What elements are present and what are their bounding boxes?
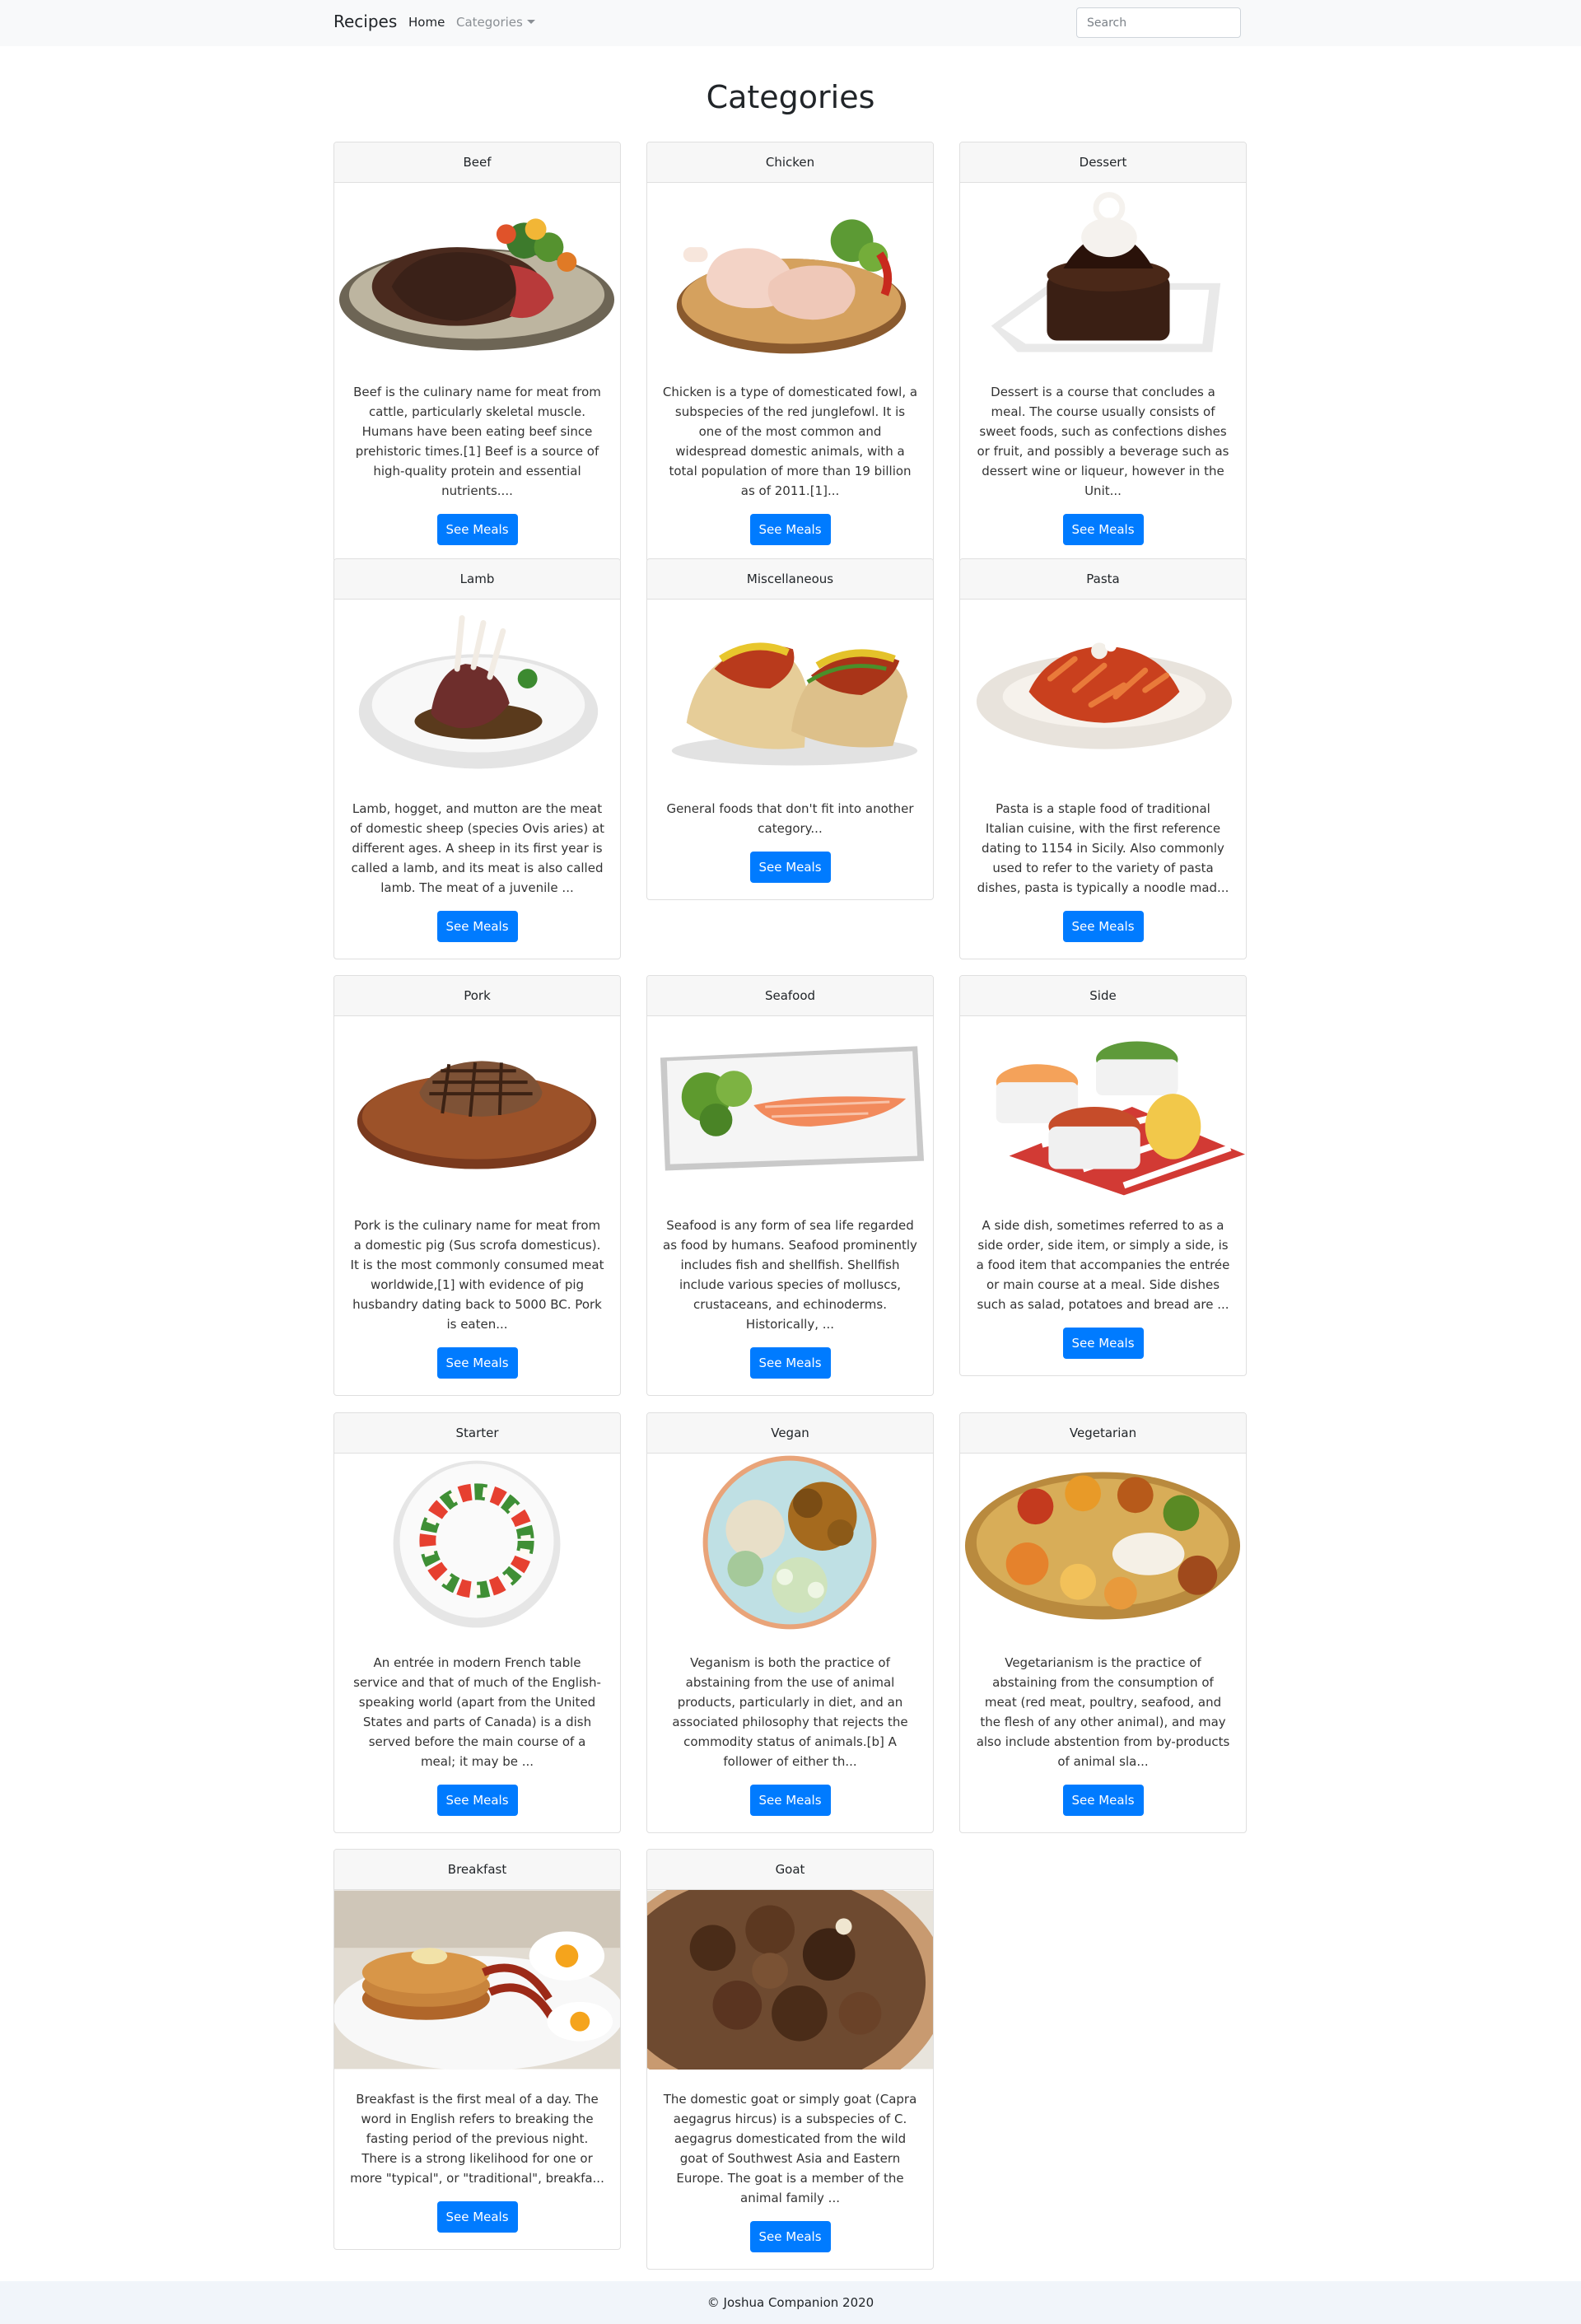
card-header: Breakfast — [334, 1850, 620, 1890]
card-header: Beef — [334, 142, 620, 183]
category-card-starter: Starter An entrée in modern French table… — [333, 1412, 621, 1833]
card-description: Pork is the culinary name for meat from … — [350, 1218, 604, 1332]
vegan-image — [647, 1454, 933, 1633]
card-header: Pork — [334, 976, 620, 1016]
footer: © Joshua Companion 2020 — [0, 2281, 1581, 2324]
category-card-goat: Goat The domestic goat or simply goat (C… — [646, 1849, 934, 2270]
footer-copyright: © Joshua Companion 2020 — [707, 2295, 874, 2310]
card-header: Dessert — [960, 142, 1246, 183]
nav-categories-dropdown[interactable]: Categories — [456, 15, 535, 30]
card-description: Chicken is a type of domesticated fowl, … — [662, 385, 918, 498]
card-header: Side — [960, 976, 1246, 1016]
side-image — [960, 1016, 1246, 1196]
see-meals-button[interactable]: See Meals — [436, 911, 518, 942]
category-card-pasta: Pasta Pasta is a staple food of traditio… — [959, 558, 1247, 959]
see-meals-button[interactable]: See Meals — [749, 852, 831, 883]
page-title: Categories — [706, 79, 875, 115]
see-meals-button[interactable]: See Meals — [749, 1347, 831, 1379]
card-description: Seafood is any form of sea life regarded… — [663, 1218, 917, 1332]
see-meals-button[interactable]: See Meals — [436, 1347, 518, 1379]
see-meals-button[interactable]: See Meals — [749, 514, 831, 545]
see-meals-button[interactable]: See Meals — [749, 2221, 831, 2252]
category-card-chicken: Chicken Chicken is a type of domesticate… — [646, 142, 934, 562]
navbar-brand[interactable]: Recipes — [333, 12, 397, 31]
category-card-beef: Beef Beef is the culinary name for meat … — [333, 142, 621, 562]
category-card-breakfast: Breakfast Breakfast is the first meal of… — [333, 1849, 621, 2250]
see-meals-button[interactable]: See Meals — [1062, 1328, 1144, 1359]
category-card-vegan: Vegan Veganism is both the practice of a… — [646, 1412, 934, 1833]
lamb-image — [334, 600, 620, 779]
category-card-dessert: Dessert Dessert is a course that conclud… — [959, 142, 1247, 562]
see-meals-button[interactable]: See Meals — [436, 2201, 518, 2233]
card-description: Pasta is a staple food of traditional It… — [977, 801, 1229, 895]
pork-image — [334, 1016, 620, 1196]
card-header: Vegetarian — [960, 1413, 1246, 1454]
pasta-image — [960, 600, 1246, 779]
beef-image — [334, 183, 620, 362]
dessert-image — [960, 183, 1246, 362]
category-card-pork: Pork Pork is the culinary name for meat … — [333, 975, 621, 1396]
see-meals-button[interactable]: See Meals — [436, 514, 518, 545]
category-card-vegetarian: Vegetarian Vegetarianism is the practice… — [959, 1412, 1247, 1833]
card-header: Miscellaneous — [647, 559, 933, 600]
nav-categories-label: Categories — [456, 15, 523, 30]
breakfast-image — [334, 1890, 620, 2070]
card-description: An entrée in modern French table service… — [353, 1655, 601, 1769]
card-description: The domestic goat or simply goat (Capra … — [663, 2092, 917, 2205]
card-description: Vegetarianism is the practice of abstain… — [976, 1655, 1230, 1769]
nav-home-link[interactable]: Home — [408, 15, 445, 30]
category-card-seafood: Seafood Seafood is any form of sea life … — [646, 975, 934, 1396]
card-header: Seafood — [647, 976, 933, 1016]
card-header: Chicken — [647, 142, 933, 183]
vegetarian-image — [960, 1454, 1246, 1633]
see-meals-button[interactable]: See Meals — [1062, 514, 1144, 545]
card-description: Breakfast is the first meal of a day. Th… — [350, 2092, 604, 2186]
search-input[interactable] — [1076, 7, 1241, 38]
card-header: Goat — [647, 1850, 933, 1890]
seafood-image — [647, 1016, 933, 1196]
navbar: Recipes Home Categories — [0, 0, 1581, 46]
card-description: A side dish, sometimes referred to as a … — [976, 1218, 1230, 1312]
card-description: Beef is the culinary name for meat from … — [353, 385, 601, 498]
card-header: Vegan — [647, 1413, 933, 1454]
miscellaneous-image — [647, 600, 933, 779]
card-description: Lamb, hogget, and mutton are the meat of… — [349, 801, 605, 895]
card-description: Veganism is both the practice of abstain… — [672, 1655, 908, 1769]
card-header: Starter — [334, 1413, 620, 1454]
card-header: Pasta — [960, 559, 1246, 600]
see-meals-button[interactable]: See Meals — [436, 1785, 518, 1816]
chevron-down-icon — [526, 20, 535, 24]
card-header: Lamb — [334, 559, 620, 600]
see-meals-button[interactable]: See Meals — [749, 1785, 831, 1816]
card-description: General foods that don't fit into anothe… — [666, 801, 914, 836]
card-description: Dessert is a course that concludes a mea… — [977, 385, 1229, 498]
see-meals-button[interactable]: See Meals — [1062, 1785, 1144, 1816]
category-card-miscellaneous: Miscellaneous General foods that don't f… — [646, 558, 934, 900]
category-card-lamb: Lamb Lamb, hogget, and mutton are the me… — [333, 558, 621, 959]
starter-image — [334, 1454, 620, 1633]
chicken-image — [647, 183, 933, 362]
goat-image — [647, 1890, 933, 2070]
see-meals-button[interactable]: See Meals — [1062, 911, 1144, 942]
category-card-side: Side A side dish, sometimes referred to … — [959, 975, 1247, 1376]
